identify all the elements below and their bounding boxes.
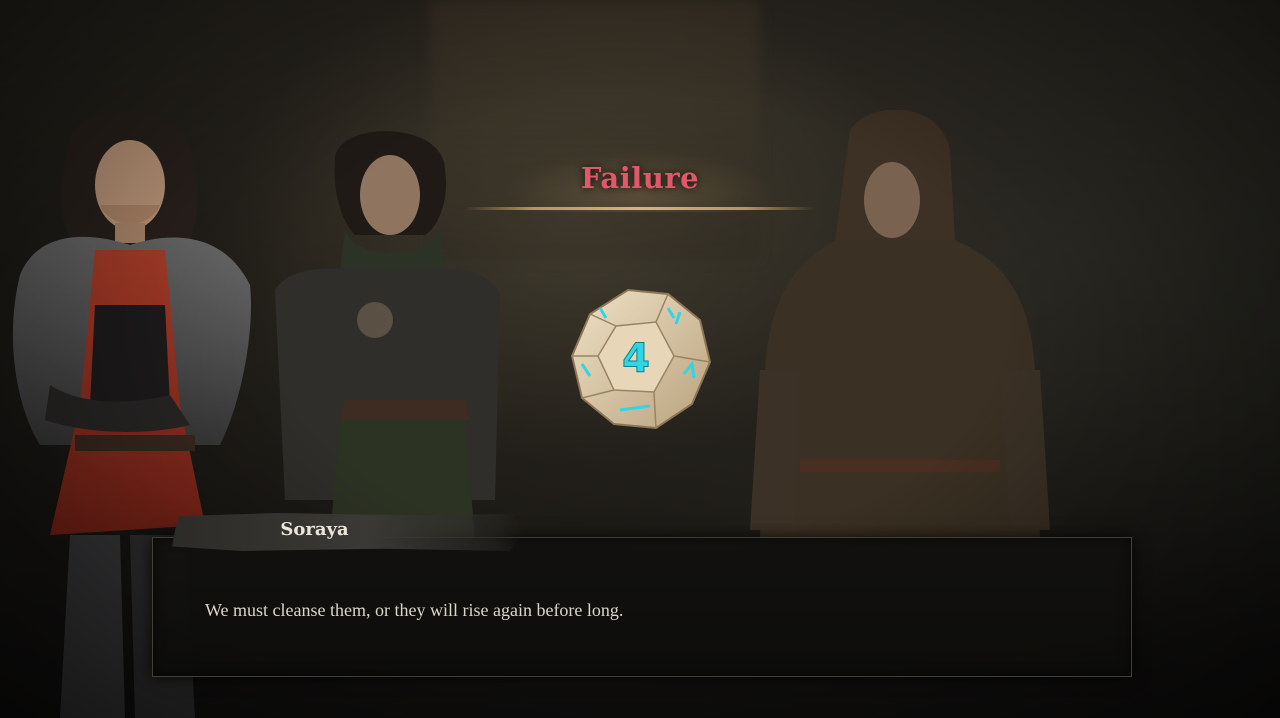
roll-result-banner: Failure — [465, 150, 815, 220]
dialogue-text: We must cleanse them, or they will rise … — [205, 600, 624, 620]
banner-divider — [465, 207, 815, 210]
d12-die: 4 — [570, 288, 712, 430]
die-face-value: 4 — [622, 336, 650, 382]
speaker-name: Soraya — [280, 519, 349, 540]
roll-result-title: Failure — [580, 161, 700, 195]
